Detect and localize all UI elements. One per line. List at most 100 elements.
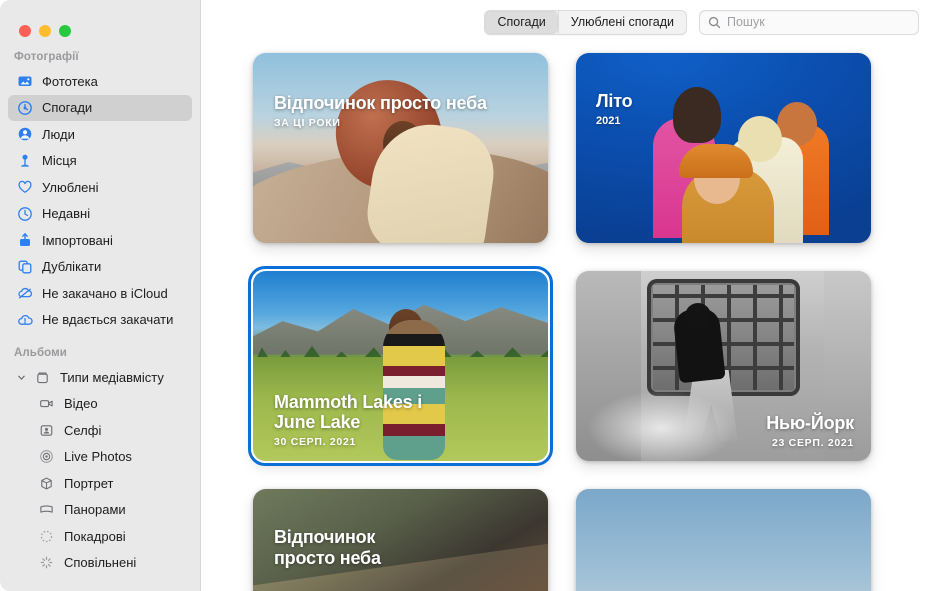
search-field[interactable] [699,10,919,35]
memories-icon [16,99,33,116]
sidebar: Фотографії Фототека Спогади Люди [0,0,201,591]
memory-card-title: Mammoth Lakes і June Lake [274,392,424,433]
sidebar-item-label: Імпортовані [42,233,113,248]
memory-card-mammoth-lakes-wrap: Mammoth Lakes і June Lake 30 СЕРП. 2021 [253,271,548,461]
memory-thumbnail-silhouettes [576,489,871,591]
photos-app-window: Фотографії Фототека Спогади Люди [0,0,931,591]
sidebar-item-label: Не закачано в iCloud [42,286,168,301]
chevron-down-icon[interactable] [16,373,27,382]
timelapse-icon [38,528,55,545]
media-types-icon [34,369,51,386]
photos-library-icon [16,73,33,90]
sidebar-item-timelapse[interactable]: Покадрові [30,523,192,550]
duplicates-icon [16,258,33,275]
memory-card-silhouettes-wrap [576,489,871,591]
cloud-slash-icon [16,285,33,302]
sidebar-item-label: Покадрові [64,529,126,544]
memory-card-subtitle: 30 СЕРП. 2021 [274,436,424,448]
slowmo-icon [38,554,55,571]
memory-card-vacation-top[interactable]: Відпочинок просто неба ЗА ЦІ РОКИ [253,53,548,243]
sidebar-item-label: Спогади [42,100,92,115]
sidebar-item-label: Фототека [42,74,98,89]
portrait-icon [38,475,55,492]
places-pin-icon [16,152,33,169]
memory-thumbnail-desert [253,53,548,243]
memory-card-label: Літо 2021 [596,91,632,127]
memory-card-title: Нью-Йорк [766,413,854,434]
live-photo-icon [38,448,55,465]
sidebar-item-recents[interactable]: Недавні [8,201,192,228]
memory-card-summer[interactable]: Літо 2021 [576,53,871,243]
sidebar-item-slowmo[interactable]: Сповільнені [30,550,192,577]
sidebar-item-label: Не вдається закачати [42,312,173,327]
window-controls [0,0,200,44]
memory-card-subtitle: 2021 [596,115,632,127]
sidebar-item-not-uploaded-icloud[interactable]: Не закачано в iCloud [8,280,192,307]
zoom-button[interactable] [59,25,71,37]
memory-card-title: Відпочинок просто неба [274,93,487,114]
cloud-exclamation-icon [16,311,33,328]
sidebar-media-types-children: Відео Селфі Live Photos [8,391,192,577]
memory-card-label: Нью-Йорк 23 СЕРП. 2021 [766,413,854,449]
sidebar-item-photos-library[interactable]: Фототека [8,68,192,95]
sidebar-item-cannot-upload[interactable]: Не вдається закачати [8,307,192,334]
memory-card-title: Відпочинок просто неба [274,527,434,568]
sidebar-item-duplicates[interactable]: Дублікати [8,254,192,281]
panorama-icon [38,501,55,518]
memory-card-new-york[interactable]: Нью-Йорк 23 СЕРП. 2021 [576,271,871,461]
sidebar-item-media-types[interactable]: Типи медіавмісту [8,364,192,391]
sidebar-section-photos-list: Фототека Спогади Люди Місця [0,68,200,333]
tab-favorite-memories[interactable]: Улюблені спогади [558,11,686,34]
memory-card-vacation-bottom-wrap: Відпочинок просто неба [253,489,548,591]
memories-grid: Відпочинок просто неба ЗА ЦІ РОКИ [201,44,931,591]
sidebar-item-label: Дублікати [42,259,101,274]
sidebar-section-albums-list: Типи медіавмісту Відео Селфі [0,364,200,576]
sidebar-item-label: Місця [42,153,77,168]
sidebar-item-imports[interactable]: Імпортовані [8,227,192,254]
memory-card-subtitle: 23 СЕРП. 2021 [766,437,854,449]
sidebar-section-photos-title: Фотографії [0,44,200,68]
memory-card-label: Mammoth Lakes і June Lake 30 СЕРП. 2021 [274,392,424,448]
sidebar-section-albums-title: Альбоми [0,333,200,364]
search-icon [708,16,721,29]
memory-card-vacation-bottom[interactable]: Відпочинок просто неба [253,489,548,591]
toolbar: Спогади Улюблені спогади [201,0,931,44]
people-icon [16,126,33,143]
close-button[interactable] [19,25,31,37]
sidebar-item-live-photos[interactable]: Live Photos [30,444,192,471]
memory-thumbnail-summer [576,53,871,243]
memory-card-summer-wrap: Літо 2021 [576,53,871,243]
tab-memories[interactable]: Спогади [485,11,557,34]
memory-card-mammoth-lakes[interactable]: Mammoth Lakes і June Lake 30 СЕРП. 2021 [253,271,548,461]
sidebar-item-label: Улюблені [42,180,98,195]
sidebar-item-label: Селфі [64,423,101,438]
memory-card-label: Відпочинок просто неба [274,527,434,568]
sidebar-item-people[interactable]: Люди [8,121,192,148]
sidebar-item-favorites[interactable]: Улюблені [8,174,192,201]
sidebar-item-label: Портрет [64,476,113,491]
sidebar-item-portrait[interactable]: Портрет [30,470,192,497]
sidebar-item-label: Недавні [42,206,90,221]
sidebar-item-places[interactable]: Місця [8,148,192,175]
heart-icon [16,179,33,196]
memory-card-title: Літо [596,91,632,112]
memories-segmented-control[interactable]: Спогади Улюблені спогади [484,10,687,35]
memory-card-label: Відпочинок просто неба ЗА ЦІ РОКИ [274,93,487,129]
sidebar-item-selfies[interactable]: Селфі [30,417,192,444]
sidebar-item-label: Люди [42,127,75,142]
sidebar-item-label: Сповільнені [64,555,136,570]
clock-icon [16,205,33,222]
content-area: Спогади Улюблені спогади [201,0,931,591]
memory-card-subtitle: ЗА ЦІ РОКИ [274,117,487,129]
sidebar-item-label: Live Photos [64,449,132,464]
minimize-button[interactable] [39,25,51,37]
sidebar-item-videos[interactable]: Відео [30,391,192,418]
selfie-icon [38,422,55,439]
video-icon [38,395,55,412]
memory-card-vacation-top-wrap: Відпочинок просто неба ЗА ЦІ РОКИ [253,53,548,243]
search-input[interactable] [727,15,910,29]
memory-card-silhouettes[interactable] [576,489,871,591]
sidebar-item-panoramas[interactable]: Панорами [30,497,192,524]
sidebar-item-memories[interactable]: Спогади [8,95,192,122]
import-icon [16,232,33,249]
